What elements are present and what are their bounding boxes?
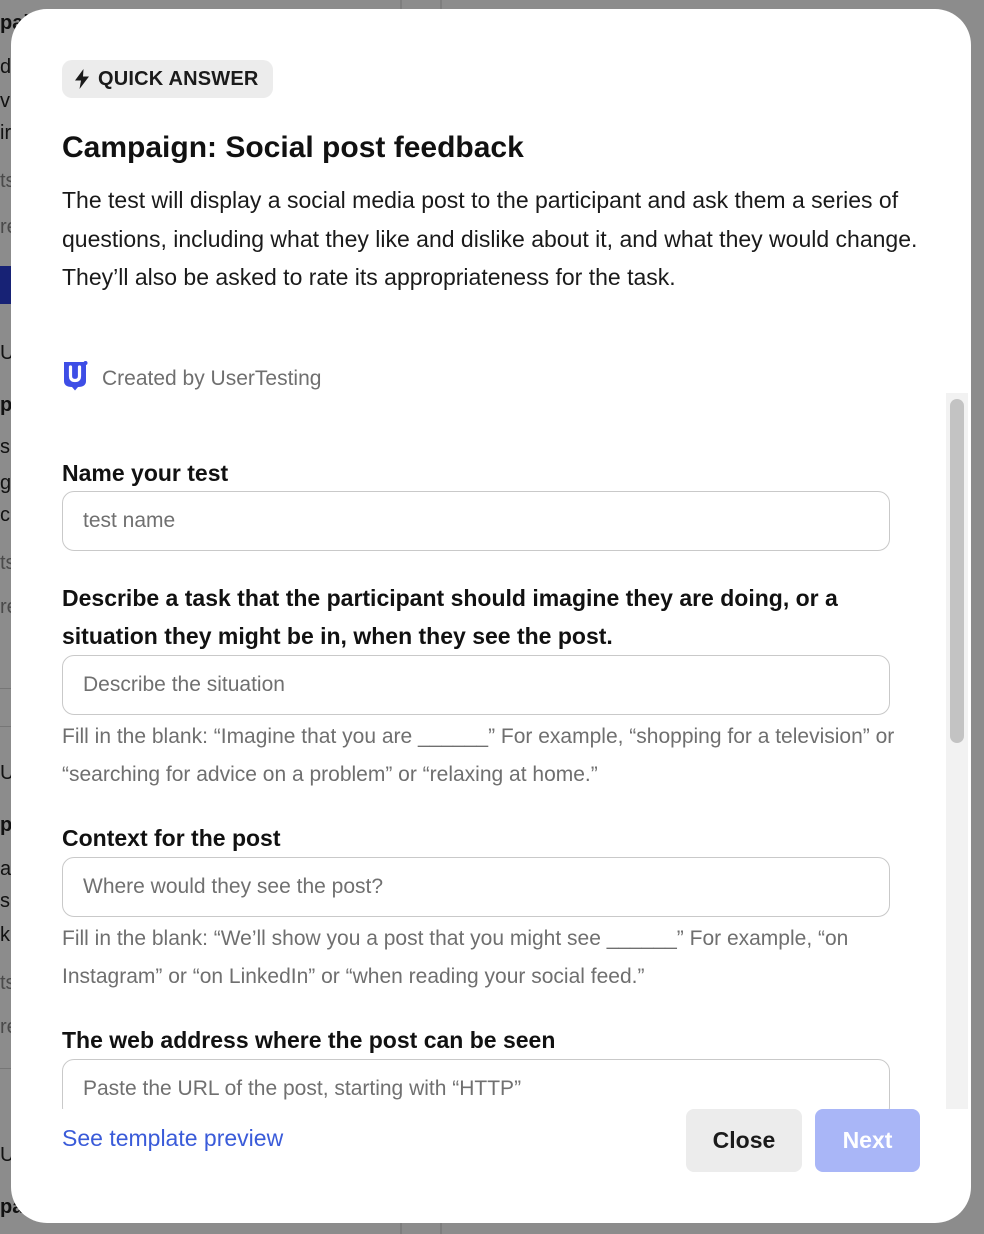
url-label: The web address where the post can be se… <box>62 1027 556 1053</box>
quick-answer-badge: QUICK ANSWER <box>62 60 273 98</box>
quick-answer-modal: QUICK ANSWER Campaign: Social post feedb… <box>11 9 971 1223</box>
close-button[interactable]: Close <box>686 1109 802 1172</box>
post-url-input[interactable] <box>62 1059 890 1109</box>
modal-title: Campaign: Social post feedback <box>62 131 524 164</box>
test-name-input[interactable] <box>62 491 890 551</box>
next-button[interactable]: Next <box>815 1109 920 1172</box>
lightning-bolt-icon <box>74 69 90 89</box>
form-scrollbar[interactable] <box>946 393 968 1109</box>
creator-attribution: Created by UserTesting <box>62 361 321 396</box>
see-template-preview-link[interactable]: See template preview <box>62 1125 283 1152</box>
context-input[interactable] <box>62 857 890 917</box>
form-scroll-area[interactable]: Name your test Describe a task that the … <box>11 393 971 1109</box>
modal-description: The test will display a social media pos… <box>62 187 918 290</box>
scrollbar-thumb[interactable] <box>950 399 964 743</box>
usertesting-logo-icon <box>62 361 88 396</box>
task-label: Describe a task that the participant sho… <box>62 585 838 649</box>
task-help-text: Fill in the blank: “Imagine that you are… <box>62 725 895 786</box>
test-name-label: Name your test <box>62 460 229 486</box>
badge-label: QUICK ANSWER <box>98 67 259 90</box>
context-help-text: Fill in the blank: “We’ll show you a pos… <box>62 927 849 988</box>
task-situation-input[interactable] <box>62 655 890 715</box>
context-label: Context for the post <box>62 825 281 851</box>
creator-text: Created by UserTesting <box>102 366 322 390</box>
